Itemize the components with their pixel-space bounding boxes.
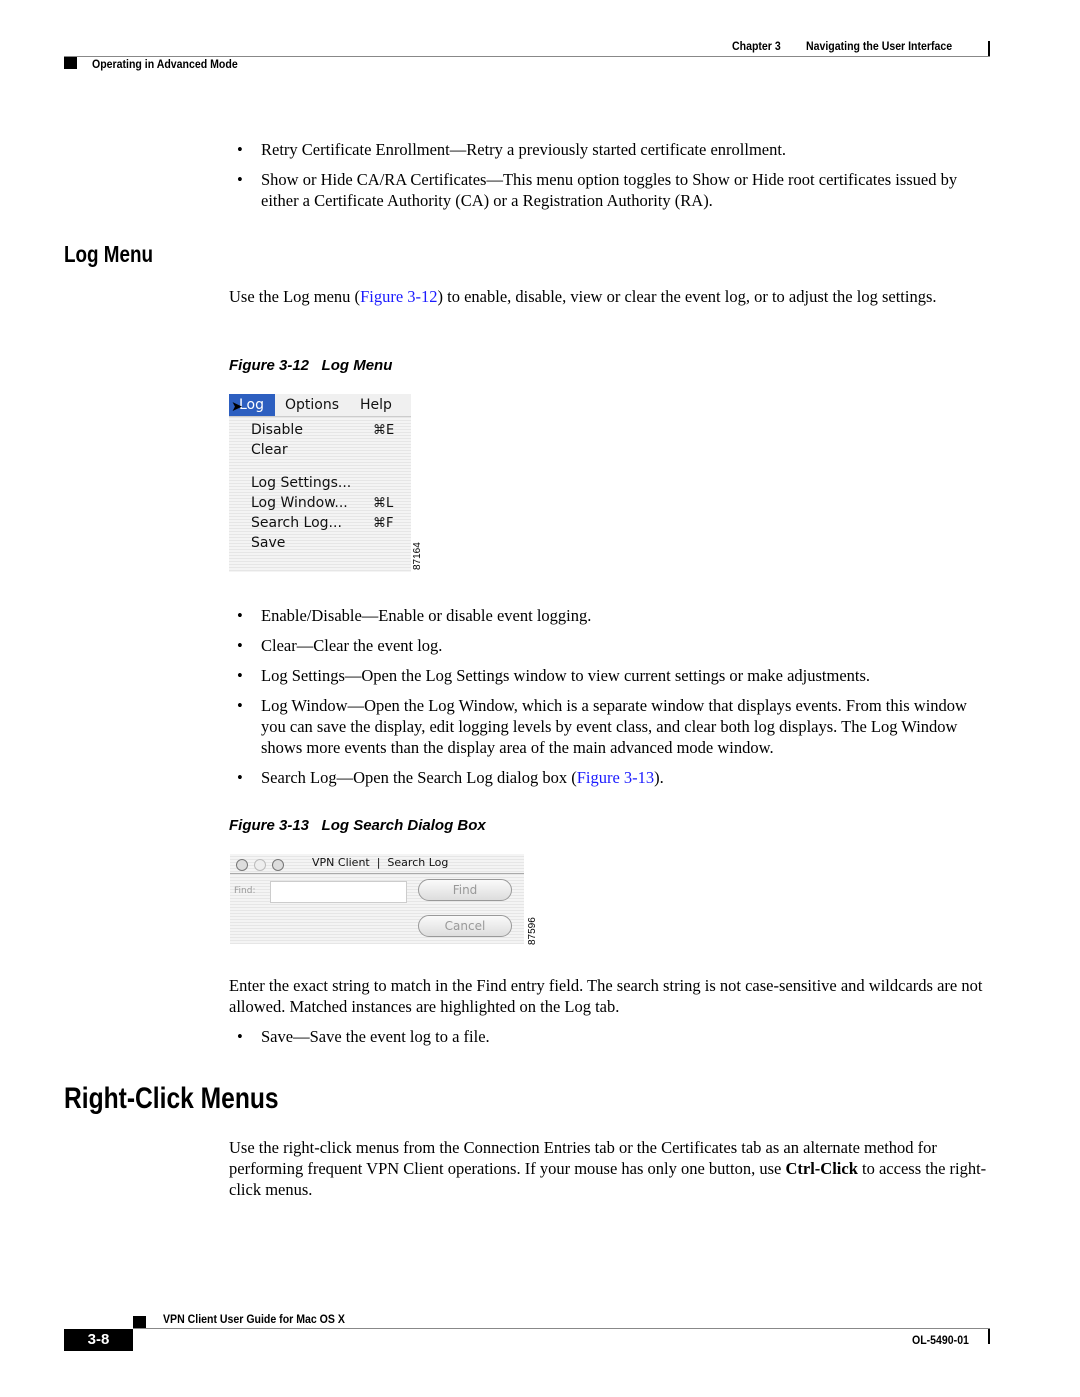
- menu-item-label: Search Log...: [251, 515, 342, 531]
- intro-text: Use the Log menu (: [229, 287, 361, 306]
- menu-item-label: Log Settings...: [251, 475, 352, 491]
- menu-bar: Log ➤ Options Help: [229, 394, 411, 417]
- menu-item-label: Save: [251, 535, 286, 551]
- cursor-icon: ➤: [231, 399, 243, 415]
- figure-label: Figure 3-12: [229, 357, 310, 374]
- page-number: 3-8: [87, 1331, 110, 1348]
- ctrl-click-text: Ctrl-Click: [785, 1159, 858, 1178]
- footer-marker: [133, 1316, 146, 1328]
- figure-link[interactable]: Figure 3-12: [360, 287, 437, 306]
- save-bullet-list: Save—Save the event log to a file.: [237, 1026, 994, 1056]
- figure-title: Log Search Dialog Box: [321, 817, 486, 834]
- list-item: Save—Save the event log to a file.: [237, 1026, 994, 1047]
- log-menu-intro: Use the Log menu (Figure 3-12) to enable…: [229, 286, 994, 307]
- list-item: Show or Hide CA/RA Certificates—This men…: [237, 169, 994, 211]
- figure-link[interactable]: Figure 3-13: [577, 768, 654, 787]
- figure-id: 87596: [527, 917, 538, 945]
- footer-guide-title: VPN Client User Guide for Mac OS X: [163, 1312, 345, 1326]
- shortcut: ⌘F: [373, 516, 394, 531]
- bullet-text: ).: [654, 768, 664, 787]
- shortcut: ⌘E: [373, 423, 395, 438]
- header-bar: [988, 41, 990, 56]
- page-number-box: 3-8: [64, 1329, 133, 1351]
- figure-label: Figure 3-13: [229, 817, 310, 834]
- footer-rule: [133, 1328, 990, 1329]
- zoom-button-icon[interactable]: [272, 859, 284, 871]
- list-item: Retry Certificate Enrollment—Retry a pre…: [237, 139, 994, 160]
- document-page: Chapter 3 Navigating the User Interface …: [0, 0, 1080, 1397]
- menu-item-label: Log Window...: [251, 495, 348, 511]
- search-log-dialog: VPN Client | Search Log Find: Find Cance…: [230, 854, 524, 944]
- minimize-button-icon[interactable]: [254, 859, 266, 871]
- section-heading-log-menu: Log Menu: [64, 241, 154, 267]
- window-title: VPN Client | Search Log: [312, 856, 449, 869]
- find-input[interactable]: [270, 881, 407, 903]
- figure-caption: Figure 3-12 Log Menu: [229, 357, 392, 374]
- list-item: Clear—Clear the event log.: [237, 635, 994, 656]
- figure-title: Log Menu: [321, 357, 393, 374]
- search-paragraph: Enter the exact string to match in the F…: [229, 976, 983, 1016]
- list-item: Search Log—Open the Search Log dialog bo…: [237, 767, 994, 788]
- figure-id: 87164: [412, 542, 423, 570]
- header-chapter: Chapter 3: [732, 39, 781, 53]
- intro-text: ) to enable, disable, view or clear the …: [437, 287, 937, 306]
- title-divider: [230, 873, 524, 874]
- footer-bar: [988, 1329, 990, 1344]
- footer-doc-number: OL-5490-01: [912, 1333, 969, 1347]
- list-item: Log Settings—Open the Log Settings windo…: [237, 665, 994, 686]
- find-label: Find:: [234, 886, 256, 896]
- close-button-icon[interactable]: [236, 859, 248, 871]
- log-bullet-list: Enable/Disable—Enable or disable event l…: [237, 605, 994, 797]
- section-heading-right-click: Right-Click Menus: [64, 1082, 279, 1115]
- menu-item-label: Clear: [251, 442, 288, 458]
- cancel-button[interactable]: Cancel: [418, 915, 512, 937]
- bullet-text: Search Log—Open the Search Log dialog bo…: [261, 768, 577, 787]
- header-section: Operating in Advanced Mode: [92, 57, 238, 71]
- log-menu-screenshot: Log ➤ Options Help Disable ⌘E Clear Log S…: [229, 394, 411, 572]
- right-click-paragraph: Use the right-click menus from the Conne…: [229, 1137, 994, 1200]
- menu-help[interactable]: Help: [360, 397, 392, 413]
- header-chapter-title: Navigating the User Interface: [806, 39, 953, 53]
- top-bullet-list: Retry Certificate Enrollment—Retry a pre…: [237, 139, 994, 220]
- section-marker: [64, 57, 77, 69]
- find-button[interactable]: Find: [418, 879, 512, 901]
- menu-item-label: Disable: [251, 422, 303, 438]
- list-item: Enable/Disable—Enable or disable event l…: [237, 605, 994, 626]
- shortcut: ⌘L: [373, 496, 394, 511]
- figure-caption: Figure 3-13 Log Search Dialog Box: [229, 817, 486, 834]
- list-item: Log Window—Open the Log Window, which is…: [237, 695, 994, 758]
- menu-options[interactable]: Options: [285, 397, 339, 413]
